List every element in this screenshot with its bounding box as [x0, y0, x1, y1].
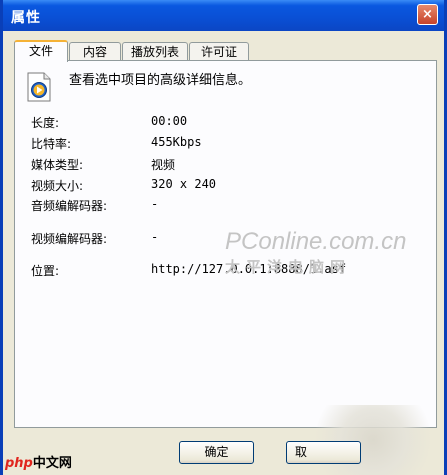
tab-file[interactable]: 文件	[14, 40, 68, 62]
tab-label: 文件	[28, 44, 53, 58]
tab-license[interactable]: 许可证	[189, 42, 249, 60]
php-cn-logo: php中文网	[5, 452, 72, 471]
close-button[interactable]: ×	[417, 4, 438, 25]
watermark-chinese: 太平洋电脑网	[225, 258, 352, 276]
logo-php-text: php	[5, 456, 33, 471]
length-value: 00:00	[151, 114, 188, 128]
cancel-button[interactable]: 取	[286, 441, 361, 464]
close-icon: ×	[422, 7, 433, 22]
pconline-watermark: PConline.com.cn 太平洋电脑网	[225, 228, 406, 277]
audio-codec-label: 音频编解码器:	[31, 199, 108, 213]
title-bar[interactable]: 属性 ×	[3, 0, 444, 31]
tab-playlist[interactable]: 播放列表	[122, 42, 188, 60]
tab-label: 播放列表	[130, 45, 179, 59]
media-type-label: 媒体类型:	[31, 158, 84, 172]
blurred-area	[303, 405, 443, 475]
length-label: 长度:	[31, 116, 60, 130]
media-file-icon	[27, 72, 51, 102]
tab-label: 许可证	[200, 45, 237, 59]
bitrate-value: 455Kbps	[151, 135, 202, 149]
watermark-brand: PConline.com.cn	[225, 228, 407, 255]
tab-label: 内容	[82, 45, 107, 59]
media-type-value: 视频	[151, 158, 176, 172]
audio-codec-value: -	[151, 197, 159, 211]
video-codec-label: 视频编解码器:	[31, 232, 108, 246]
video-size-value: 320 x 240	[151, 177, 217, 191]
properties-window: 属性 × 文件 内容 播放列表 许可证 查看选中项目的高级详细信息。 长度: 0…	[0, 0, 447, 475]
ok-button[interactable]: 确定	[179, 441, 254, 464]
window-title: 属性	[11, 10, 41, 26]
video-codec-value: -	[151, 230, 159, 244]
location-label: 位置:	[31, 264, 60, 278]
tab-content[interactable]: 内容	[69, 42, 121, 60]
video-size-label: 视频大小:	[31, 179, 84, 193]
description-text: 查看选中项目的高级详细信息。	[69, 73, 252, 88]
bitrate-label: 比特率:	[31, 137, 72, 151]
logo-cn-text: 中文网	[32, 456, 72, 471]
